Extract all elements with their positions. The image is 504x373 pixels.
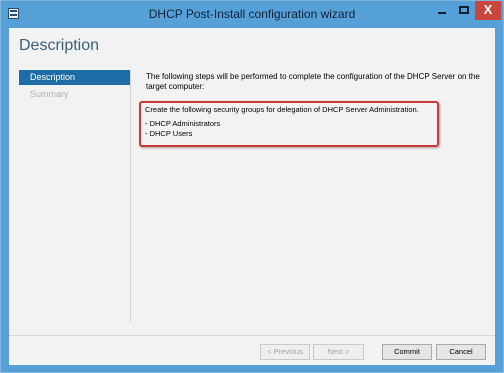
nav-item-summary: Summary — [30, 89, 69, 99]
wizard-body: Description Description Summary The foll… — [9, 28, 495, 365]
footer-divider — [9, 335, 495, 336]
commit-button[interactable]: Commit — [382, 344, 432, 360]
group-item-administrators: - DHCP Administrators — [145, 119, 221, 128]
title-bar[interactable]: DHCP Post-Install configuration wizard X — [1, 1, 503, 27]
group-item-users: - DHCP Users — [145, 129, 193, 138]
previous-button[interactable]: < Previous — [260, 344, 310, 360]
close-icon: X — [483, 2, 493, 17]
minimize-button[interactable] — [431, 1, 453, 20]
intro-text: The following steps will be performed to… — [146, 72, 480, 91]
wizard-nav: Description Summary — [19, 70, 131, 104]
groups-heading: Create the following security groups for… — [145, 105, 419, 114]
nav-divider — [130, 70, 131, 322]
minimize-icon — [438, 12, 446, 14]
window-title: DHCP Post-Install configuration wizard — [148, 7, 356, 21]
nav-item-description[interactable]: Description — [19, 70, 131, 85]
maximize-icon — [459, 6, 469, 14]
close-button[interactable]: X — [475, 1, 501, 20]
next-button[interactable]: Next > — [313, 344, 364, 360]
maximize-button[interactable] — [453, 1, 475, 20]
wizard-window: DHCP Post-Install configuration wizard X… — [0, 0, 504, 373]
page-title: Description — [19, 37, 100, 54]
cancel-button[interactable]: Cancel — [436, 344, 486, 360]
